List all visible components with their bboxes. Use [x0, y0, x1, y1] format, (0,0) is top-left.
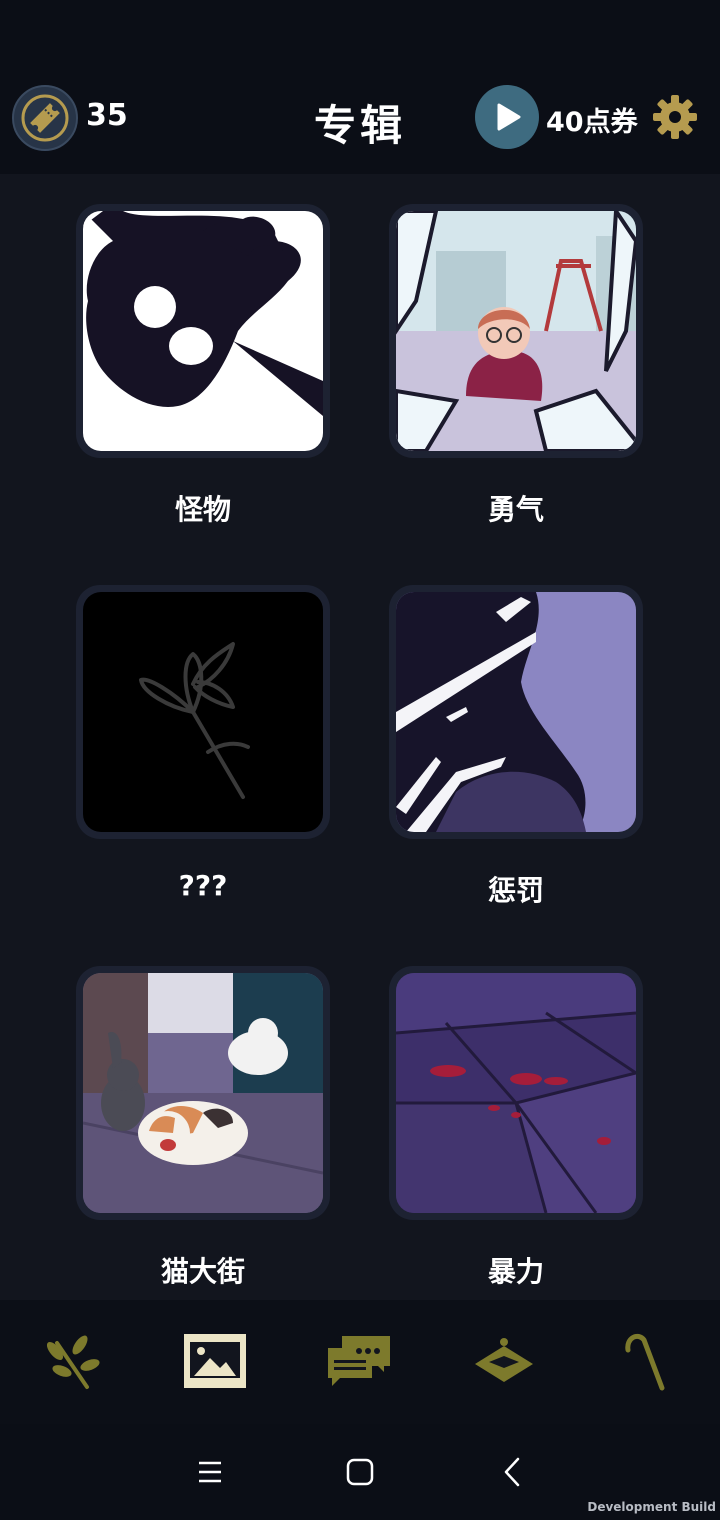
dev-build-label: Development Build [587, 1500, 716, 1514]
album-cat-street[interactable]: 猫大街 [76, 966, 330, 1290]
album-monster[interactable]: 怪物 [76, 204, 330, 528]
album-cover-frame[interactable] [389, 585, 643, 839]
home-square-icon [346, 1458, 374, 1486]
album-name: 惩罚 [487, 874, 544, 907]
cat-street-cover [83, 973, 323, 1213]
album-courage[interactable]: 勇气 [389, 204, 643, 528]
menu-icon [199, 1461, 221, 1483]
locked-flower-cover [83, 592, 323, 832]
back-button[interactable] [488, 1448, 536, 1496]
nav-item-cane[interactable] [614, 1328, 680, 1394]
bottom-nav [0, 1300, 720, 1424]
album-name: ??? [178, 869, 228, 902]
album-violence[interactable]: 暴力 [389, 966, 643, 1290]
coupon-label: 40点券 [546, 107, 638, 138]
album-cover-frame[interactable] [76, 585, 330, 839]
recent-apps-button[interactable] [186, 1448, 234, 1496]
violence-cover [396, 973, 636, 1213]
settings-button[interactable] [652, 94, 698, 140]
watch-ad-button[interactable] [475, 85, 539, 149]
album-name: 怪物 [174, 493, 231, 526]
plant-sprig-icon [46, 1335, 100, 1389]
album-cover-frame[interactable] [76, 966, 330, 1220]
home-button[interactable] [336, 1448, 384, 1496]
gallery-icon [184, 1334, 246, 1388]
monster-cover [83, 211, 323, 451]
play-icon [497, 103, 521, 131]
system-nav-bar: Development Build [0, 1424, 720, 1520]
album-name: 勇气 [487, 493, 544, 526]
cane-icon [625, 1333, 665, 1391]
album-name: 暴力 [487, 1255, 544, 1288]
nav-item-hat[interactable] [471, 1328, 537, 1394]
chat-icon [328, 1336, 390, 1386]
status-bar [0, 0, 720, 70]
hat-icon [475, 1338, 533, 1382]
punishment-cover [396, 592, 636, 832]
courage-cover [396, 211, 636, 451]
header: 35 专辑 40点券 [0, 70, 720, 174]
gear-icon [653, 95, 697, 139]
nav-item-chat[interactable] [326, 1328, 392, 1394]
album-name: 猫大街 [160, 1255, 245, 1288]
album-punishment[interactable]: 惩罚 [389, 585, 643, 909]
nav-item-gallery[interactable] [182, 1328, 248, 1394]
album-cover-frame[interactable] [76, 204, 330, 458]
album-cover-frame[interactable] [389, 966, 643, 1220]
back-chevron-icon [504, 1457, 520, 1487]
album-locked[interactable]: ??? [76, 585, 330, 902]
nav-item-plant[interactable] [39, 1328, 105, 1394]
album-cover-frame[interactable] [389, 204, 643, 458]
